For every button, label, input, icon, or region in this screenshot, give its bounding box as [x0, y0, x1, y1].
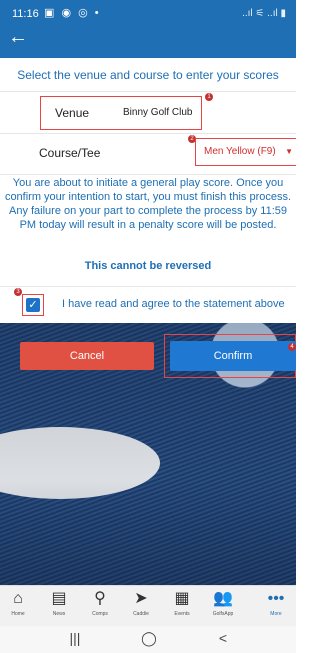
news-icon: ▤	[51, 590, 67, 607]
checkmark-icon: ✓	[26, 298, 40, 312]
more-icon: •••	[267, 590, 285, 607]
chevron-down-icon: ▼	[285, 147, 293, 156]
irreversible-notice: This cannot be reversed	[84, 260, 212, 272]
score-entry-panel: Select the venue and course to enter you…	[0, 58, 296, 323]
nav-news-label: News	[52, 611, 66, 617]
calendar-icon: ▦	[174, 590, 190, 607]
penalty-warning-text: You are about to initiate a general play…	[4, 177, 292, 231]
nav-home-label: Home	[11, 611, 25, 617]
annotation-badge-4: 4	[288, 343, 296, 351]
annotation-badge-3: 3	[14, 288, 22, 296]
status-time: 11:16	[12, 8, 39, 20]
nav-comps-label: Comps	[92, 611, 108, 617]
status-signal-battery-icons: ..ıl ⚟ ..ıl ▮	[242, 8, 286, 19]
nav-news[interactable]: ▤ News	[43, 588, 75, 618]
nav-caddie[interactable]: ➤ Caddie	[125, 588, 157, 618]
nav-home[interactable]: ⌂ Home	[2, 588, 34, 618]
home-icon: ⌂	[13, 590, 23, 607]
back-arrow-icon[interactable]: ←	[8, 27, 28, 47]
nav-more-label: More	[270, 611, 282, 617]
bottom-navigation: ⌂ Home ▤ News ⚲ Comps ➤ Caddie ▦ Events …	[0, 585, 296, 626]
venue-value: Binny Golf Club	[123, 107, 193, 118]
cancel-button[interactable]: Cancel	[20, 342, 154, 370]
course-tee-label: Course/Tee	[39, 146, 101, 160]
nav-golfsapp[interactable]: 👥 GolfsApp	[207, 588, 239, 618]
app-header: 11:16 ▣ ◉ ◎ • ..ıl ⚟ ..ıl ▮ ←	[0, 0, 296, 58]
venue-row: Venue Binny Golf Club 1	[0, 91, 296, 132]
venue-field[interactable]: Venue Binny Golf Club	[40, 96, 202, 130]
confirm-button[interactable]: Confirm	[170, 341, 296, 371]
nav-caddie-label: Caddie	[133, 611, 149, 617]
nav-more[interactable]: ••• More	[260, 588, 292, 618]
nav-events-label: Events	[174, 611, 190, 617]
status-notification-icons: ▣ ◉ ◎ •	[44, 7, 101, 19]
annotation-badge-1: 1	[205, 93, 213, 101]
navigation-icon: ➤	[134, 590, 148, 607]
back-icon[interactable]: <	[208, 630, 238, 646]
nav-golfsapp-label: GolfsApp	[212, 611, 234, 617]
agreement-row: 3 ✓ I have read and agree to the stateme…	[0, 286, 296, 323]
people-icon: 👥	[213, 590, 233, 607]
nav-events[interactable]: ▦ Events	[166, 588, 198, 618]
course-tee-row: Course/Tee 2 Men Yellow (F9) ▼	[0, 133, 296, 175]
home-button-icon[interactable]: ◯	[134, 630, 164, 647]
tee-select[interactable]: Men Yellow (F9) ▼	[195, 138, 296, 166]
intro-text: Select the venue and course to enter you…	[17, 68, 279, 82]
tee-selected-value: Men Yellow (F9)	[204, 146, 276, 157]
agree-checkbox[interactable]: ✓	[22, 294, 44, 316]
medal-icon: ⚲	[94, 590, 106, 607]
agree-label[interactable]: I have read and agree to the statement a…	[62, 298, 285, 310]
venue-label: Venue	[55, 106, 90, 120]
system-navigation-bar: ||| ◯ <	[0, 626, 296, 653]
nav-comps[interactable]: ⚲ Comps	[84, 588, 116, 618]
recents-icon[interactable]: |||	[60, 630, 90, 646]
